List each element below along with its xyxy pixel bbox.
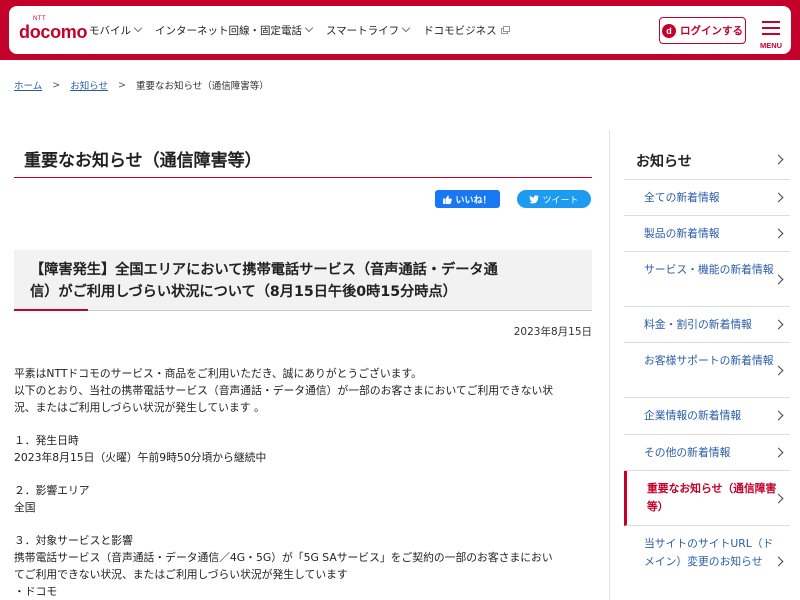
sidebar-item-all-news[interactable]: 全ての新着情報 xyxy=(624,180,790,216)
article-headline-box: 【障害発生】全国エリアにおいて携帯電話サービス（音声通話・データ通 信）がご利用… xyxy=(14,250,592,311)
login-button[interactable]: d ログインする xyxy=(659,17,746,44)
sidebar-divider xyxy=(609,130,610,600)
login-label: ログインする xyxy=(680,25,743,37)
tweet-label: ツイート xyxy=(542,195,579,206)
breadcrumb-news[interactable]: お知らせ xyxy=(70,78,108,92)
chevron-right-icon xyxy=(773,556,784,567)
chevron-down-icon xyxy=(304,23,314,33)
header-bar: NTT docomo モバイル インターネット回線・固定電話 スマートライフ ド… xyxy=(9,6,791,54)
sidebar-item-important-notices[interactable]: 重要なお知らせ（通信障害等） xyxy=(624,471,790,526)
hamburger-icon xyxy=(762,21,780,23)
sidebar-item-label: 製品の新着情報 xyxy=(644,227,720,240)
article-body: 平素はNTTドコモのサービス・商品をご利用いただき、誠にありがとうございます。 … xyxy=(14,365,604,600)
section-heading: ２．影響エリア xyxy=(14,484,90,497)
chevron-right-icon xyxy=(773,154,784,165)
hamburger-line xyxy=(762,33,780,35)
sidebar-item-label: お客様サポートの新着情報 xyxy=(644,354,774,367)
headline-line: 【障害発生】全国エリアにおいて携帯電話サービス（音声通話・データ通 xyxy=(30,262,498,278)
section-body: 2023年8月15日（火曜）午前9時50分頃から継続中 xyxy=(14,451,267,464)
docomo-d-icon: d xyxy=(662,23,676,38)
body-paragraph: 況、またはご利用しづらい状況が発生しています 。 xyxy=(14,401,265,414)
logo-wordmark: docomo xyxy=(19,22,88,42)
twitter-bird-icon xyxy=(529,194,540,203)
sidebar-item-products[interactable]: 製品の新着情報 xyxy=(624,216,790,252)
headline-divider xyxy=(14,310,592,311)
sidebar-item-services[interactable]: サービス・機能の新着情報 xyxy=(624,252,790,307)
chevron-down-icon xyxy=(133,23,143,33)
breadcrumb-separator: > xyxy=(52,79,61,91)
sidebar-item-domain-change[interactable]: 当サイトのサイトURL（ドメイン）変更のお知らせ xyxy=(624,526,790,600)
breadcrumb-separator: > xyxy=(118,79,126,91)
chevron-right-icon xyxy=(773,410,784,421)
sidebar-item-support[interactable]: お客様サポートの新着情報 xyxy=(624,343,790,398)
section-body: 全国 xyxy=(14,501,36,514)
chevron-right-icon xyxy=(773,274,784,285)
nav-smartlife[interactable]: スマートライフ xyxy=(326,23,411,38)
like-label: いいね！ xyxy=(455,195,492,206)
body-paragraph: 以下のとおり、当社の携帯電話サービス（音声通話・データ通信）が一部のお客さまにお… xyxy=(14,384,554,397)
section-body: てご利用できない状況、またはご利用しづらい状況が発生しています xyxy=(14,568,348,581)
nav-business-label: ドコモビジネス xyxy=(423,24,497,37)
sidebar-item-label: 企業情報の新着情報 xyxy=(644,409,742,422)
nav-smartlife-label: スマートライフ xyxy=(326,24,400,37)
nav-mobile[interactable]: モバイル xyxy=(89,23,143,38)
sidebar-item-label: 料金・割引の新着情報 xyxy=(644,318,752,331)
facebook-like-button[interactable]: いいね！ xyxy=(435,190,500,208)
page-title: 重要なお知らせ（通信障害等） xyxy=(24,151,262,171)
chevron-right-icon xyxy=(773,319,784,330)
sidebar-item-label: サービス・機能の新着情報 xyxy=(644,263,774,276)
chevron-right-icon xyxy=(773,192,784,203)
site-header: NTT docomo モバイル インターネット回線・固定電話 スマートライフ ド… xyxy=(0,0,800,60)
chevron-down-icon xyxy=(401,23,411,33)
menu-button[interactable]: MENU xyxy=(753,15,789,51)
hamburger-line xyxy=(762,27,780,29)
tweet-button[interactable]: ツイート xyxy=(517,190,591,208)
sidebar-item-label: その他の新着情報 xyxy=(644,446,731,459)
global-nav: モバイル インターネット回線・固定電話 スマートライフ ドコモビジネス xyxy=(89,6,524,54)
breadcrumb: ホーム > お知らせ > 重要なお知らせ（通信障害等） xyxy=(14,78,269,93)
chevron-right-icon xyxy=(773,447,784,458)
docomo-logo[interactable]: NTT docomo xyxy=(19,12,89,48)
thumbs-up-icon xyxy=(443,194,453,204)
menu-label: MENU xyxy=(759,41,783,50)
section-heading: １．発生日時 xyxy=(14,434,79,447)
sidebar-item-other[interactable]: その他の新着情報 xyxy=(624,435,790,471)
sidebar-item-label: 当サイトのサイトURL（ドメイン）変更のお知らせ xyxy=(644,537,774,568)
sidebar-item-pricing[interactable]: 料金・割引の新着情報 xyxy=(624,307,790,343)
section-body: 携帯電話サービス（音声通話・データ通信／4G・5G）が「5G SAサービス」をご… xyxy=(14,551,553,564)
nav-mobile-label: モバイル xyxy=(89,24,131,37)
sidebar-item-label: 全ての新着情報 xyxy=(644,191,720,204)
sidebar-item-label: 重要なお知らせ（通信障害等） xyxy=(647,482,777,513)
chevron-right-icon xyxy=(773,365,784,376)
sidebar-title-label: お知らせ xyxy=(636,154,692,170)
breadcrumb-current: 重要なお知らせ（通信障害等） xyxy=(135,81,269,92)
headline-line: 信）がご利用しづらい状況について（8月15日午後0時15分時点） xyxy=(30,284,457,300)
section-body: ・ドコモ xyxy=(14,585,58,598)
breadcrumb-home[interactable]: ホーム xyxy=(14,78,42,92)
body-paragraph: 平素はNTTドコモのサービス・商品をご利用いただき、誠にありがとうございます。 xyxy=(14,367,422,380)
nav-internet-label: インターネット回線・固定電話 xyxy=(155,24,302,37)
chevron-right-icon xyxy=(773,228,784,239)
article-headline: 【障害発生】全国エリアにおいて携帯電話サービス（音声通話・データ通 信）がご利用… xyxy=(30,259,580,303)
sidebar-title[interactable]: お知らせ xyxy=(624,140,790,180)
nav-internet[interactable]: インターネット回線・固定電話 xyxy=(155,23,314,38)
nav-business[interactable]: ドコモビジネス xyxy=(423,23,510,38)
sidebar-item-corporate[interactable]: 企業情報の新着情報 xyxy=(624,398,790,435)
external-link-icon xyxy=(500,26,510,34)
title-divider xyxy=(14,177,592,178)
headline-accent-bar xyxy=(14,309,88,311)
article-date: 2023年8月15日 xyxy=(513,326,592,338)
section-heading: ３．対象サービスと影響 xyxy=(14,534,133,547)
